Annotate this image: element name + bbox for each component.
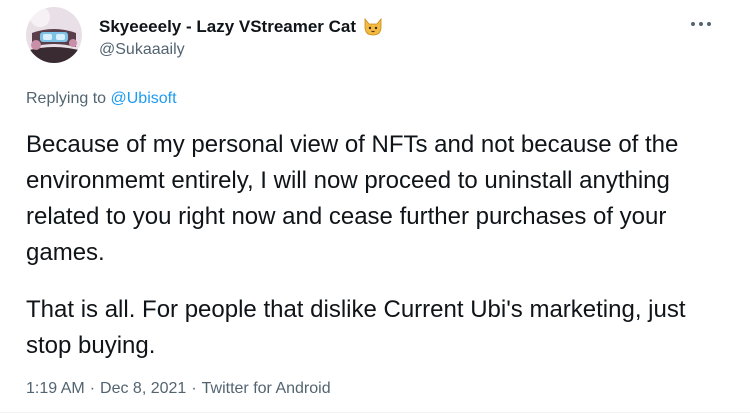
cat-face-emoji-icon (362, 17, 384, 37)
reply-context-prefix: Replying to (26, 90, 107, 107)
tweet-time[interactable]: 1:19 AM (26, 380, 85, 397)
author-handle[interactable]: @Sukaaaily (99, 41, 185, 59)
tweet-date[interactable]: Dec 8, 2021 (100, 380, 186, 397)
author-name-row: Skyeeeely - Lazy VStreamer Cat (99, 15, 384, 39)
author-display-name[interactable]: Skyeeeely - Lazy VStreamer Cat (99, 17, 356, 37)
tweet-source[interactable]: Twitter for Android (202, 380, 331, 397)
reply-context: Replying to @Ubisoft (26, 90, 177, 108)
reply-mention-link[interactable]: @Ubisoft (111, 90, 177, 107)
tweet-meta: 1:19 AM · Dec 8, 2021 · Twitter for Android (26, 380, 331, 398)
divider (0, 412, 750, 413)
more-horizontal-icon (691, 22, 711, 26)
tweet-card: Skyeeeely - Lazy VStreamer Cat @Sukaaail… (0, 0, 750, 416)
tweet-text-paragraph: That is all. For people that dislike Cur… (26, 296, 686, 359)
avatar-image (26, 7, 82, 63)
more-options-button[interactable] (686, 10, 716, 38)
tweet-text-paragraph: Because of my personal view of NFTs and … (26, 131, 679, 266)
avatar[interactable] (26, 7, 82, 63)
meta-separator: · (191, 380, 197, 397)
meta-separator: · (89, 380, 96, 397)
